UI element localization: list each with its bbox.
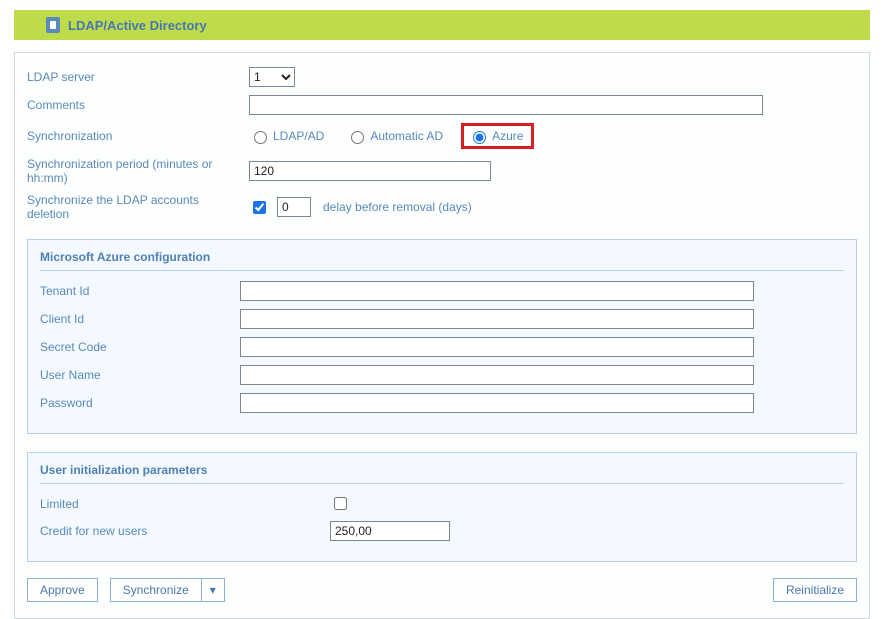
userinit-section-title: User initialization parameters bbox=[40, 463, 844, 484]
client-input[interactable] bbox=[240, 309, 754, 329]
sync-delete-checkbox[interactable] bbox=[253, 201, 266, 214]
approve-button-label: Approve bbox=[40, 583, 85, 597]
comments-label: Comments bbox=[27, 98, 249, 112]
azure-config-section: Microsoft Azure configuration Tenant Id … bbox=[27, 239, 857, 434]
sync-period-label: Synchronization period (minutes or hh:mm… bbox=[27, 157, 249, 185]
username-label: User Name bbox=[40, 368, 240, 382]
delay-input[interactable] bbox=[277, 197, 311, 217]
user-init-section: User initialization parameters Limited C… bbox=[27, 452, 857, 562]
ldap-server-label: LDAP server bbox=[27, 70, 249, 84]
radio-ldap-ad-label: LDAP/AD bbox=[273, 129, 324, 143]
sync-delete-label: Synchronize the LDAP accounts deletion bbox=[27, 193, 249, 221]
sync-option-automatic[interactable]: Automatic AD bbox=[346, 128, 443, 144]
sync-option-ldapad[interactable]: LDAP/AD bbox=[249, 128, 324, 144]
credit-input[interactable] bbox=[330, 521, 450, 541]
synchronization-label: Synchronization bbox=[27, 129, 249, 143]
button-bar: Approve Synchronize ▾ Reinitialize bbox=[27, 578, 857, 602]
ldap-server-select[interactable]: 1 bbox=[249, 67, 295, 87]
credit-label: Credit for new users bbox=[40, 524, 330, 538]
username-input[interactable] bbox=[240, 365, 754, 385]
radio-azure-label: Azure bbox=[492, 129, 523, 143]
secret-input[interactable] bbox=[240, 337, 754, 357]
sync-period-input[interactable] bbox=[249, 161, 491, 181]
ldap-settings-panel: LDAP server 1 Comments Synchronization L… bbox=[14, 52, 870, 619]
radio-azure[interactable] bbox=[473, 131, 486, 144]
delay-text: delay before removal (days) bbox=[323, 200, 472, 214]
radio-automatic-ad[interactable] bbox=[351, 131, 364, 144]
reinitialize-button-label: Reinitialize bbox=[786, 583, 844, 597]
comments-input[interactable] bbox=[249, 95, 763, 115]
limited-label: Limited bbox=[40, 497, 330, 511]
tenant-label: Tenant Id bbox=[40, 284, 240, 298]
synchronize-button[interactable]: Synchronize ▾ bbox=[110, 578, 225, 602]
azure-highlight: Azure bbox=[461, 123, 534, 149]
limited-checkbox[interactable] bbox=[334, 497, 347, 510]
caret-down-icon[interactable]: ▾ bbox=[202, 579, 224, 601]
tenant-input[interactable] bbox=[240, 281, 754, 301]
page-header: LDAP/Active Directory bbox=[14, 10, 870, 40]
azure-section-title: Microsoft Azure configuration bbox=[40, 250, 844, 271]
reinitialize-button[interactable]: Reinitialize bbox=[773, 578, 857, 602]
radio-automatic-ad-label: Automatic AD bbox=[370, 129, 443, 143]
radio-ldap-ad[interactable] bbox=[254, 131, 267, 144]
client-label: Client Id bbox=[40, 312, 240, 326]
synchronize-button-label: Synchronize bbox=[111, 579, 202, 601]
secret-label: Secret Code bbox=[40, 340, 240, 354]
approve-button[interactable]: Approve bbox=[27, 578, 98, 602]
sync-option-azure[interactable]: Azure bbox=[468, 128, 523, 144]
page-title: LDAP/Active Directory bbox=[68, 18, 207, 33]
password-input[interactable] bbox=[240, 393, 754, 413]
password-label: Password bbox=[40, 396, 240, 410]
ldap-icon bbox=[46, 17, 60, 33]
